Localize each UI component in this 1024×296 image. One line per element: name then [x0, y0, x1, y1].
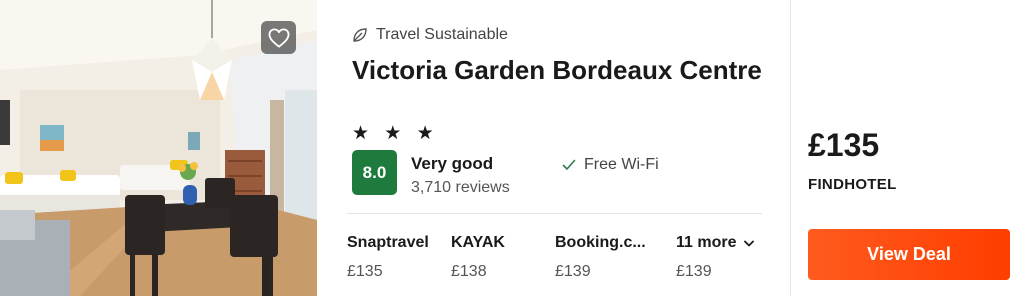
provider-offer[interactable]: Booking.c... £139 — [555, 234, 646, 281]
hotel-info: Travel Sustainable Victoria Garden Borde… — [317, 0, 790, 296]
provider-offer[interactable]: Snaptravel £135 — [347, 234, 429, 281]
hotel-card: Travel Sustainable Victoria Garden Borde… — [0, 0, 1024, 296]
hotel-name[interactable]: Victoria Garden Bordeaux Centre — [352, 54, 772, 87]
provider-name: KAYAK — [451, 234, 505, 251]
more-offers[interactable]: 11 more £139 — [676, 234, 755, 281]
more-offers-label: 11 more — [676, 234, 737, 251]
hotel-photo[interactable] — [0, 0, 317, 296]
travel-sustainable-label: Travel Sustainable — [376, 26, 508, 43]
view-deal-button[interactable]: View Deal — [808, 229, 1010, 280]
more-offers-price: £139 — [676, 263, 712, 280]
amenity-wifi: Free Wi-Fi — [562, 156, 659, 174]
leaf-icon — [353, 28, 367, 42]
chevron-down-icon — [744, 240, 755, 246]
provider-offer[interactable]: KAYAK £138 — [451, 234, 505, 281]
favorite-button[interactable] — [261, 21, 296, 54]
deal-price: £135 — [808, 127, 880, 163]
star-rating: ★ ★ ★ — [352, 123, 439, 144]
divider — [347, 213, 762, 214]
provider-name: Snaptravel — [347, 234, 429, 251]
amenity-label: Free Wi-Fi — [584, 156, 659, 173]
provider-price: £138 — [451, 263, 487, 280]
provider-price: £139 — [555, 263, 591, 280]
check-icon — [562, 159, 576, 170]
more-offers-button[interactable]: 11 more — [676, 234, 755, 252]
heart-icon — [268, 27, 289, 48]
travel-sustainable-badge: Travel Sustainable — [352, 26, 508, 44]
provider-price: £135 — [347, 263, 383, 280]
best-deal: £135 FINDHOTEL View Deal — [791, 0, 1024, 296]
review-count[interactable]: 3,710 reviews — [411, 179, 510, 197]
deal-provider: FINDHOTEL — [808, 176, 897, 193]
review-score-badge: 8.0 — [352, 150, 397, 195]
rating-label: Very good — [411, 154, 494, 173]
provider-name: Booking.c... — [555, 234, 646, 251]
